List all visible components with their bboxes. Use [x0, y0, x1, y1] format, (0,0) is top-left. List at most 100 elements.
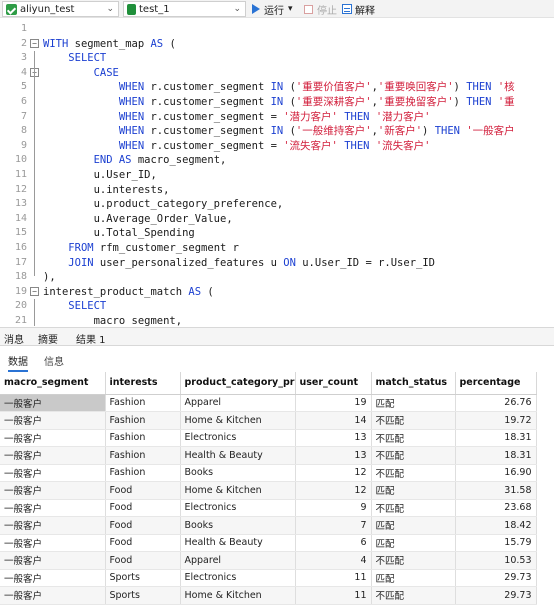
table-cell[interactable]: 不匹配 [371, 446, 456, 465]
column-header[interactable]: product_category_pr [180, 372, 296, 395]
run-button[interactable]: 运行 ▾ [252, 2, 293, 17]
table-row[interactable]: 一般客户 Sports Home & Kitchen 11 不匹配 29.73 [0, 586, 537, 605]
table-cell[interactable]: 匹配 [371, 481, 456, 500]
database-select[interactable]: test_1 ⌄ [123, 1, 246, 17]
table-cell[interactable]: 一般客户 [0, 394, 106, 412]
table-cell[interactable]: 一般客户 [0, 586, 106, 605]
table-cell[interactable]: 16.90 [455, 464, 537, 482]
table-row[interactable]: 一般客户 Food Apparel 4 不匹配 10.53 [0, 551, 537, 570]
table-cell[interactable]: Fashion [105, 394, 181, 412]
table-cell[interactable]: 一般客户 [0, 481, 106, 500]
table-cell[interactable]: 不匹配 [371, 464, 456, 482]
table-cell[interactable]: 一般客户 [0, 551, 106, 570]
table-cell[interactable]: 12 [295, 481, 372, 500]
table-cell[interactable]: Food [105, 516, 181, 535]
stop-button[interactable]: 停止 [304, 2, 337, 17]
table-cell[interactable]: 12 [295, 464, 372, 482]
table-cell[interactable]: 19 [295, 394, 372, 412]
column-header[interactable]: user_count [295, 372, 372, 395]
table-cell[interactable]: Books [180, 464, 296, 482]
table-cell[interactable]: 一般客户 [0, 499, 106, 517]
table-cell[interactable]: 18.31 [455, 429, 537, 447]
table-cell[interactable]: Electronics [180, 429, 296, 447]
table-cell[interactable]: Electronics [180, 569, 296, 587]
table-row[interactable]: 一般客户 Food Books 7 匹配 18.42 [0, 516, 537, 535]
table-cell[interactable]: Fashion [105, 446, 181, 465]
table-cell[interactable]: Food [105, 481, 181, 500]
column-header[interactable]: interests [105, 372, 181, 395]
table-cell[interactable]: 13 [295, 429, 372, 447]
table-row[interactable]: 一般客户 Fashion Home & Kitchen 14 不匹配 19.72 [0, 411, 537, 430]
table-row[interactable]: 一般客户 Sports Electronics 11 匹配 29.73 [0, 569, 537, 587]
fold-toggle-icon[interactable]: − [30, 39, 39, 49]
table-cell[interactable]: 11 [295, 586, 372, 605]
table-cell[interactable]: Home & Kitchen [180, 411, 296, 430]
subtab-info[interactable]: 信息 [44, 353, 64, 368]
table-cell[interactable]: Apparel [180, 551, 296, 570]
table-row[interactable]: 一般客户 Food Home & Kitchen 12 匹配 31.58 [0, 481, 537, 500]
table-cell[interactable]: Sports [105, 586, 181, 605]
table-cell[interactable]: 29.73 [455, 569, 537, 587]
subtab-data[interactable]: 数据 [8, 353, 28, 372]
table-cell[interactable]: 13 [295, 446, 372, 465]
table-cell[interactable]: 一般客户 [0, 464, 106, 482]
table-cell[interactable]: 14 [295, 411, 372, 430]
table-cell[interactable]: 11 [295, 569, 372, 587]
column-header[interactable]: percentage [455, 372, 537, 395]
table-cell[interactable]: Electronics [180, 499, 296, 517]
table-cell[interactable]: 不匹配 [371, 499, 456, 517]
table-cell[interactable]: Fashion [105, 464, 181, 482]
connection-select[interactable]: aliyun_test ⌄ [2, 1, 119, 17]
table-cell[interactable]: 15.79 [455, 534, 537, 552]
table-row[interactable]: 一般客户 Food Electronics 9 不匹配 23.68 [0, 499, 537, 517]
table-cell[interactable]: 匹配 [371, 516, 456, 535]
table-cell[interactable]: Fashion [105, 429, 181, 447]
table-cell[interactable]: Food [105, 499, 181, 517]
table-cell[interactable]: 18.31 [455, 446, 537, 465]
table-cell[interactable]: Health & Beauty [180, 446, 296, 465]
table-cell[interactable]: Home & Kitchen [180, 586, 296, 605]
table-cell[interactable]: 不匹配 [371, 586, 456, 605]
table-cell[interactable]: 一般客户 [0, 429, 106, 447]
table-cell[interactable]: 9 [295, 499, 372, 517]
sql-editor[interactable]: 1 2 WITH segment_map AS (3 SELECT 4 CASE 5 W… [0, 21, 554, 326]
table-cell[interactable]: 一般客户 [0, 411, 106, 430]
table-cell[interactable]: 19.72 [455, 411, 537, 430]
table-cell[interactable]: Home & Kitchen [180, 481, 296, 500]
table-cell[interactable]: 18.42 [455, 516, 537, 535]
tab-messages[interactable]: 消息 [4, 331, 24, 346]
table-cell[interactable]: 匹配 [371, 569, 456, 587]
table-cell[interactable]: Food [105, 551, 181, 570]
table-cell[interactable]: Health & Beauty [180, 534, 296, 552]
table-cell[interactable]: Books [180, 516, 296, 535]
column-header[interactable]: macro_segment [0, 372, 106, 395]
table-row[interactable]: 一般客户 Fashion Health & Beauty 13 不匹配 18.31 [0, 446, 537, 465]
table-cell[interactable]: 匹配 [371, 534, 456, 552]
table-cell[interactable]: 一般客户 [0, 534, 106, 552]
table-cell[interactable]: 不匹配 [371, 551, 456, 570]
table-cell[interactable]: 不匹配 [371, 411, 456, 430]
table-row[interactable]: 一般客户 Food Health & Beauty 6 匹配 15.79 [0, 534, 537, 552]
table-cell[interactable]: Sports [105, 569, 181, 587]
table-row[interactable]: 一般客户 Fashion Apparel 19 匹配 26.76 [0, 394, 537, 412]
table-cell[interactable]: 31.58 [455, 481, 537, 500]
table-cell[interactable]: 6 [295, 534, 372, 552]
table-cell[interactable]: 一般客户 [0, 516, 106, 535]
table-cell[interactable]: 7 [295, 516, 372, 535]
explain-button[interactable]: 解释 [342, 2, 375, 17]
table-row[interactable]: 一般客户 Fashion Electronics 13 不匹配 18.31 [0, 429, 537, 447]
column-header[interactable]: match_status [371, 372, 456, 395]
table-cell[interactable]: Apparel [180, 394, 296, 412]
table-cell[interactable]: 匹配 [371, 394, 456, 412]
table-cell[interactable]: 不匹配 [371, 429, 456, 447]
table-cell[interactable]: Food [105, 534, 181, 552]
fold-toggle-icon[interactable]: − [30, 287, 39, 297]
table-cell[interactable]: 4 [295, 551, 372, 570]
table-cell[interactable]: 23.68 [455, 499, 537, 517]
table-cell[interactable]: 26.76 [455, 394, 537, 412]
table-cell[interactable]: 29.73 [455, 586, 537, 605]
table-cell[interactable]: 10.53 [455, 551, 537, 570]
table-cell[interactable]: 一般客户 [0, 569, 106, 587]
table-cell[interactable]: Fashion [105, 411, 181, 430]
run-dropdown-icon[interactable]: ▾ [288, 4, 293, 14]
